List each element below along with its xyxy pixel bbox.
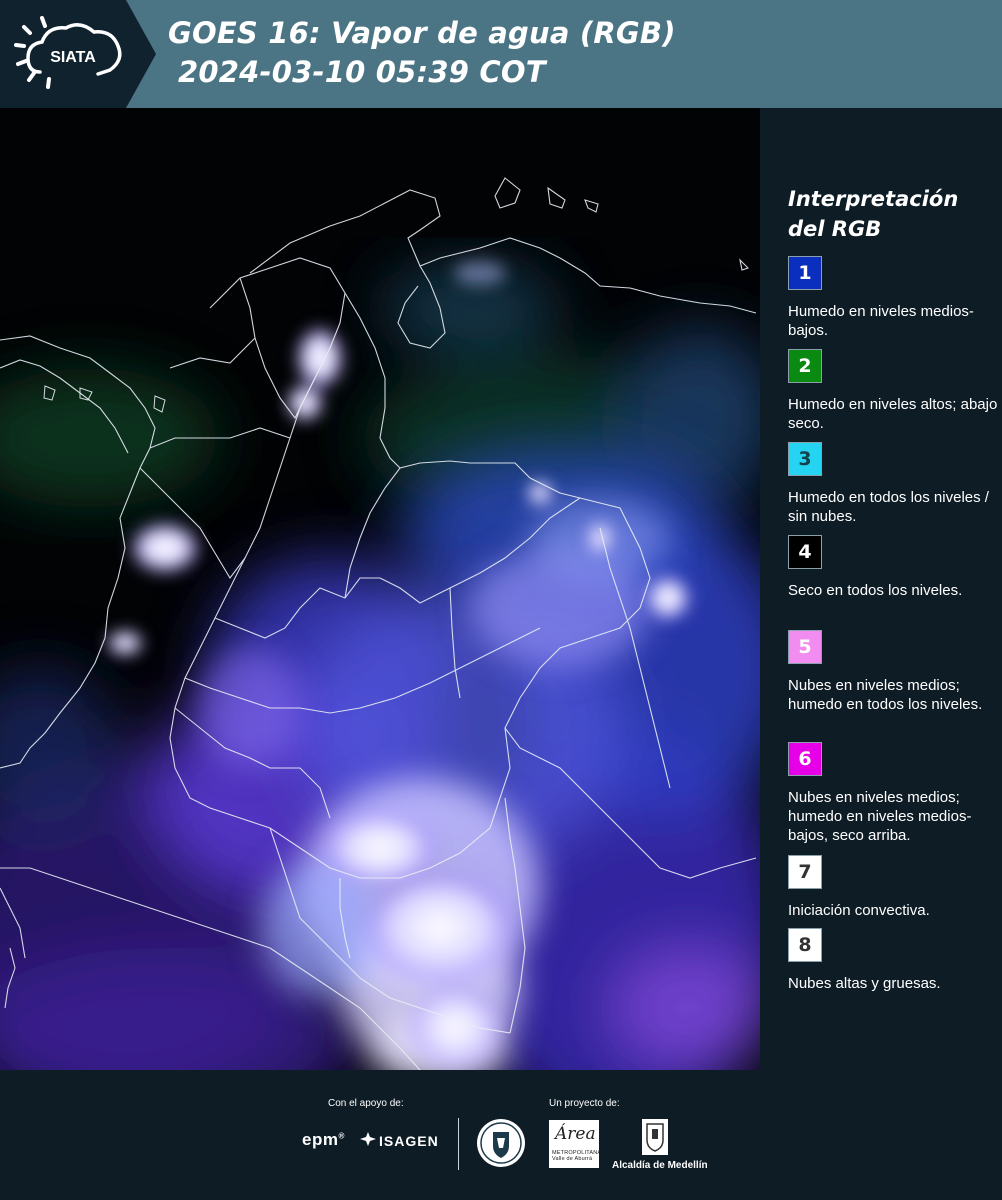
- siata-logo: SIATA: [0, 0, 156, 108]
- epm-logo-text: epm: [302, 1130, 339, 1149]
- legend-swatch: 5: [788, 630, 822, 664]
- legend-swatch: 8: [788, 928, 822, 962]
- legend-description: Seco en todos los niveles.: [788, 582, 963, 599]
- legend-swatch: 6: [788, 742, 822, 776]
- registered-icon: ®: [338, 1131, 345, 1141]
- legend-description: Nubes en niveles medios; humedo en todos…: [788, 677, 983, 713]
- legend-item-2: 2 Humedo en niveles altos; abajo seco.: [788, 349, 998, 433]
- legend-description: Nubes en niveles medios; humedo en nivel…: [788, 789, 972, 844]
- legend-number: 4: [798, 541, 812, 563]
- legend-item-7: 7 Iniciación convectiva.: [788, 855, 998, 920]
- legend-number: 1: [798, 262, 812, 284]
- isagen-logo: ISAGEN: [360, 1132, 439, 1149]
- legend-item-1: 1 Humedo en niveles medios-bajos.: [788, 256, 998, 340]
- medellin-seal-icon: [642, 1119, 668, 1155]
- epm-logo: epm®: [302, 1130, 345, 1150]
- project-label: Un proyecto de:: [549, 1098, 620, 1109]
- legend-number: 2: [798, 355, 812, 377]
- legend-description: Iniciación convectiva.: [788, 902, 930, 919]
- legend-swatch: 4: [788, 535, 822, 569]
- legend-swatch: 3: [788, 442, 822, 476]
- header-bar: SIATA GOES 16: Vapor de agua (RGB) 2024-…: [0, 0, 1002, 108]
- legend-item-4: 4 Seco en todos los niveles.: [788, 535, 998, 600]
- area-logo-subtext: METROPOLITANA Valle de Aburrá: [552, 1150, 601, 1162]
- legend-swatch: 2: [788, 349, 822, 383]
- gobernacion-seal-icon: [477, 1119, 525, 1167]
- footer-divider: [458, 1118, 459, 1170]
- isagen-mark-icon: [360, 1132, 376, 1149]
- legend-description: Humedo en niveles altos; abajo seco.: [788, 396, 998, 432]
- legend-swatch: 1: [788, 256, 822, 290]
- medellin-label: Alcaldía de Medellín: [612, 1160, 708, 1171]
- satellite-map-image: [0, 108, 760, 1070]
- satellite-map[interactable]: [0, 108, 760, 1070]
- legend-item-8: 8 Nubes altas y gruesas.: [788, 928, 998, 993]
- siata-logo-icon: SIATA: [0, 0, 156, 108]
- legend-description: Nubes altas y gruesas.: [788, 975, 941, 992]
- area-logo-text: Área: [555, 1124, 596, 1144]
- legend-number: 6: [798, 748, 812, 770]
- legend-number: 3: [798, 448, 812, 470]
- siata-logo-text: SIATA: [50, 49, 96, 66]
- legend-swatch: 7: [788, 855, 822, 889]
- legend-item-6: 6 Nubes en niveles medios; humedo en niv…: [788, 742, 998, 845]
- legend-description: Humedo en todos los niveles / sin nubes.: [788, 489, 989, 525]
- footer: Con el apoyo de: Un proyecto de: epm® IS…: [0, 1070, 1002, 1200]
- legend-item-3: 3 Humedo en todos los niveles / sin nube…: [788, 442, 998, 526]
- support-label: Con el apoyo de:: [328, 1098, 404, 1109]
- isagen-logo-text: ISAGEN: [379, 1133, 439, 1149]
- legend-number: 7: [798, 861, 812, 883]
- legend-description: Humedo en niveles medios-bajos.: [788, 303, 974, 339]
- area-metropolitana-logo: Área METROPOLITANA Valle de Aburrá: [549, 1120, 601, 1168]
- legend-number: 8: [798, 934, 812, 956]
- page-timestamp: 2024-03-10 05:39 COT: [178, 55, 546, 89]
- legend-panel: Interpretación del RGB 1 Humedo en nivel…: [760, 108, 1002, 1070]
- page-title: GOES 16: Vapor de agua (RGB): [168, 16, 676, 50]
- legend-number: 5: [798, 636, 812, 658]
- legend-item-5: 5 Nubes en niveles medios; humedo en tod…: [788, 630, 998, 714]
- legend-title: Interpretación del RGB: [788, 187, 959, 241]
